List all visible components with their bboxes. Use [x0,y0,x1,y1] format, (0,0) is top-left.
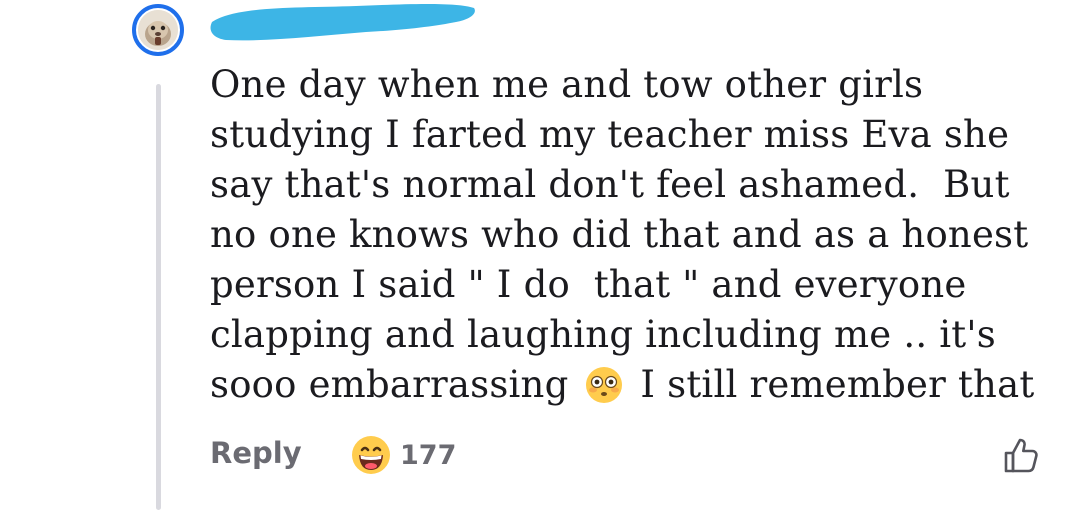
thread-line [156,84,161,510]
comment-line: no one knows who did that and as a hones… [210,213,1029,256]
comment-line: studying I farted my teacher miss Eva sh… [210,113,1010,156]
avatar[interactable] [132,4,184,56]
flushed-face-emoji-icon [586,367,623,403]
reaction-count: 177 [400,439,457,471]
grinning-face-emoji-icon [352,436,390,474]
thumbs-up-icon[interactable] [1000,434,1042,476]
comment-line: say that's normal don't feel ashamed. Bu… [210,163,1010,206]
comment-line: clapping and laughing including me .. it… [210,313,996,356]
reply-button[interactable]: Reply [210,436,302,470]
comment-line: One day when me and tow other girls [210,63,924,106]
comment-text-after-emoji: I still remember that [628,363,1035,406]
comment-body: One day when me and tow other girls stud… [210,60,1050,410]
comment-text-before-emoji: sooo embarrassing [210,363,569,406]
comment-line: person I said " I do that " and everyone [210,263,967,306]
reaction-summary[interactable]: 177 [350,430,456,480]
comment-actions: Reply 177 [210,430,1050,480]
comment-line-last: sooo embarrassing I still remember that [210,360,1050,410]
avatar-image [138,10,178,50]
redacted-username [210,4,475,41]
